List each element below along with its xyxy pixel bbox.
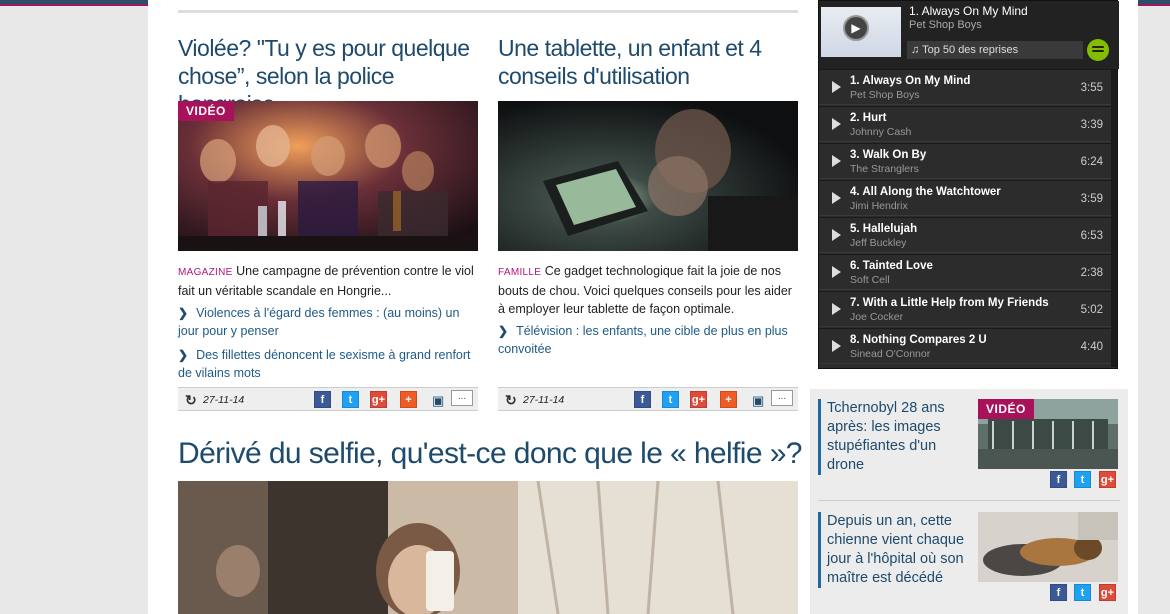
more-share-icon[interactable]: + <box>400 391 417 408</box>
now-playing-title: 1. Always On My Mind <box>909 4 1028 18</box>
google-plus-share-icon[interactable]: g+ <box>690 391 707 408</box>
playlist-name[interactable]: ♫ Top 50 des reprises <box>907 41 1083 59</box>
track-row[interactable]: 8. Nothing Compares 2 U Sinead O'Connor … <box>819 328 1111 364</box>
comment-icon[interactable]: ▣ <box>432 393 444 409</box>
play-icon[interactable] <box>832 266 841 278</box>
publish-date: 27-11-14 <box>203 394 245 406</box>
sidebar-article-title[interactable]: Depuis un an, cette chienne vient chaque… <box>818 512 968 588</box>
track-row[interactable]: 5. Hallelujah Jeff Buckley 6:53 <box>819 217 1111 253</box>
twitter-share-icon[interactable]: t <box>342 391 359 408</box>
share-bar: ↻ 27-11-14 f t g+ + ▣ ... <box>498 387 798 411</box>
track-row[interactable]: 1. Always On My Mind Pet Shop Boys 3:55 <box>819 69 1111 105</box>
sidebar-article-title[interactable]: Tchernobyl 28 ans après: les images stup… <box>818 399 968 475</box>
article-2[interactable]: Une tablette, un enfant et 4 conseils d'… <box>498 34 798 90</box>
track-row[interactable]: 6. Tainted Love Soft Cell 2:38 <box>819 254 1111 290</box>
chevron-right-icon: ❯ <box>498 324 509 338</box>
now-playing: ▶ 1. Always On My Mind Pet Shop Boys ♫ T… <box>819 1 1119 69</box>
article-2-image[interactable] <box>498 101 798 251</box>
chevron-right-icon: ❯ <box>178 348 189 362</box>
sidebar-article[interactable]: Tchernobyl 28 ans après: les images stup… <box>818 399 1120 499</box>
comment-count-box[interactable]: ... <box>451 390 473 406</box>
play-icon[interactable] <box>832 340 841 352</box>
related-link[interactable]: ❯ Violences à l'égard des femmes : (au mo… <box>178 304 478 340</box>
twitter-share-icon[interactable]: t <box>662 391 679 408</box>
article-1-lead: MAGAZINE Une campagne de prévention cont… <box>178 262 478 300</box>
play-icon[interactable]: ▶ <box>843 15 869 41</box>
google-plus-share-icon[interactable]: g+ <box>1099 584 1116 601</box>
track-row[interactable]: 2. Hurt Johnny Cash 3:39 <box>819 106 1111 142</box>
spotify-icon[interactable] <box>1087 39 1109 61</box>
chevron-right-icon: ❯ <box>178 306 189 320</box>
play-icon[interactable] <box>832 229 841 241</box>
share-bar: ↻ 27-11-14 f t g+ + ▣ ... <box>178 387 478 411</box>
more-share-icon[interactable]: + <box>720 391 737 408</box>
article-1-image[interactable] <box>178 101 478 251</box>
article-2-lead: FAMILLE Ce gadget technologique fait la … <box>498 262 798 318</box>
article-2-title[interactable]: Une tablette, un enfant et 4 conseils d'… <box>498 34 798 90</box>
track-row[interactable]: 7. With a Little Help from My Friends Jo… <box>819 291 1111 327</box>
google-plus-share-icon[interactable]: g+ <box>370 391 387 408</box>
facebook-share-icon[interactable]: f <box>1050 471 1067 488</box>
sidebar-article-image[interactable] <box>978 512 1118 582</box>
now-playing-artist: Pet Shop Boys <box>909 19 982 31</box>
playlist-scrollbar[interactable] <box>1111 69 1117 367</box>
refresh-icon: ↻ <box>505 392 517 408</box>
section-rule <box>178 10 798 13</box>
comment-count-box[interactable]: ... <box>771 390 793 406</box>
publish-date: 27-11-14 <box>523 394 565 406</box>
lead-text: Ce gadget technologique fait la joie de … <box>498 264 792 316</box>
main-article-image[interactable] <box>178 481 798 614</box>
video-badge: VIDÉO <box>178 101 234 121</box>
music-player: ▶ 1. Always On My Mind Pet Shop Boys ♫ T… <box>818 0 1119 369</box>
sidebar-articles: Tchernobyl 28 ans après: les images stup… <box>810 389 1128 614</box>
comment-icon[interactable]: ▣ <box>752 393 764 409</box>
play-icon[interactable] <box>832 81 841 93</box>
play-icon[interactable] <box>832 155 841 167</box>
play-icon[interactable] <box>832 118 841 130</box>
google-plus-share-icon[interactable]: g+ <box>1099 471 1116 488</box>
play-icon[interactable] <box>832 192 841 204</box>
facebook-share-icon[interactable]: f <box>314 391 331 408</box>
divider <box>818 500 1120 501</box>
related-link[interactable]: ❯ Télévision : les enfants, une cible de … <box>498 322 798 358</box>
twitter-share-icon[interactable]: t <box>1074 584 1091 601</box>
related-link[interactable]: ❯ Des fillettes dénoncent le sexisme à gr… <box>178 346 478 382</box>
main-article-title[interactable]: Dérivé du selfie, qu'est-ce donc que le … <box>178 437 802 471</box>
category-label[interactable]: FAMILLE <box>498 267 541 278</box>
video-badge: VIDÉO <box>978 399 1034 419</box>
sidebar-article[interactable]: Depuis un an, cette chienne vient chaque… <box>818 512 1120 612</box>
category-label[interactable]: MAGAZINE <box>178 267 233 278</box>
twitter-share-icon[interactable]: t <box>1074 471 1091 488</box>
play-icon[interactable] <box>832 303 841 315</box>
track-row[interactable]: 4. All Along the Watchtower Jimi Hendrix… <box>819 180 1111 216</box>
refresh-icon: ↻ <box>185 392 197 408</box>
track-row[interactable]: 3. Walk On By The Stranglers 6:24 <box>819 143 1111 179</box>
facebook-share-icon[interactable]: f <box>634 391 651 408</box>
music-note-icon: ♫ <box>911 44 920 56</box>
facebook-share-icon[interactable]: f <box>1050 584 1067 601</box>
